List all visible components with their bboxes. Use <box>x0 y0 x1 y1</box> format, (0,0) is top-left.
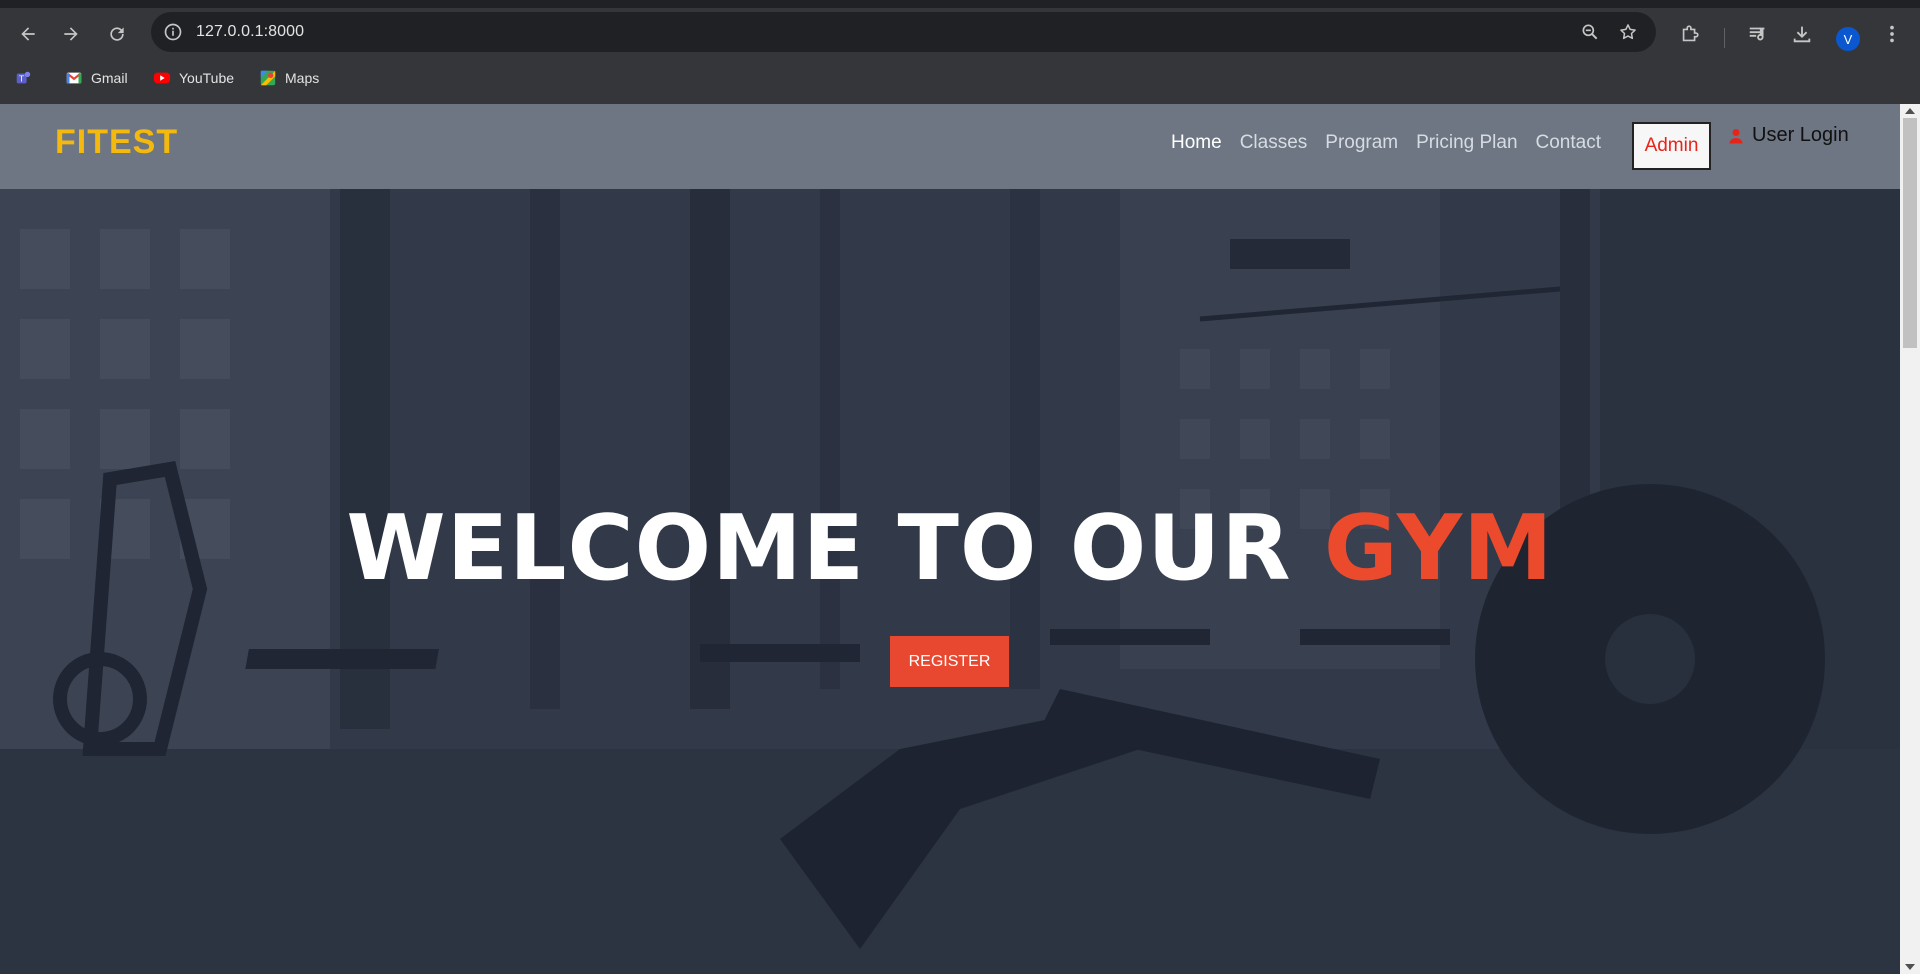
maps-icon <box>259 69 277 87</box>
profile-avatar[interactable]: V <box>1836 27 1860 51</box>
scroll-down-arrow-icon[interactable] <box>1905 964 1915 970</box>
zoom-icon[interactable] <box>1580 22 1600 42</box>
scroll-up-arrow-icon[interactable] <box>1905 108 1915 114</box>
download-icon <box>1793 26 1811 43</box>
nav-home[interactable]: Home <box>1171 132 1222 154</box>
nav-pricing-plan[interactable]: Pricing Plan <box>1416 132 1517 154</box>
site-navbar: FITEST Home Classes Program Pricing Plan… <box>0 104 1900 189</box>
nav-program[interactable]: Program <box>1325 132 1398 154</box>
bookmarks-bar: T Gmail YouTube Maps <box>0 62 1920 94</box>
info-icon[interactable] <box>163 22 183 42</box>
address-bar[interactable]: 127.0.0.1:8000 <box>151 12 1656 52</box>
browser-chrome: 127.0.0.1:8000 V T Gmail YouTube Maps <box>0 0 1920 104</box>
forward-button[interactable] <box>55 18 87 50</box>
back-button[interactable] <box>12 18 44 50</box>
user-login-link[interactable]: User Login <box>1728 124 1849 147</box>
browser-toolbar: 127.0.0.1:8000 V <box>0 8 1920 56</box>
menu-button[interactable] <box>1880 22 1904 46</box>
puzzle-icon <box>1682 25 1699 42</box>
downloads-button[interactable] <box>1790 22 1814 46</box>
user-icon <box>1729 128 1743 143</box>
star-icon[interactable] <box>1618 22 1638 42</box>
arrow-left-icon <box>21 27 35 41</box>
main-nav: Home Classes Program Pricing Plan Contac… <box>1171 132 1619 154</box>
gmail-icon <box>65 69 83 87</box>
nav-classes[interactable]: Classes <box>1240 132 1308 154</box>
hero-title: WELCOME TO OUR GYM <box>0 496 1900 601</box>
svg-text:T: T <box>18 74 24 84</box>
brand-logo[interactable]: FITEST <box>55 123 178 162</box>
bookmark-label: YouTube <box>179 70 235 86</box>
bookmark-label: Gmail <box>91 70 128 86</box>
bookmark-label: Maps <box>285 70 320 86</box>
user-login-label: User Login <box>1752 124 1849 146</box>
bookmark-maps[interactable]: Maps <box>259 66 319 90</box>
toolbar-divider <box>1724 28 1725 48</box>
page-viewport: FITEST Home Classes Program Pricing Plan… <box>0 104 1920 974</box>
hero-title-main: WELCOME TO OUR <box>346 496 1324 601</box>
nav-contact[interactable]: Contact <box>1536 132 1601 154</box>
bookmark-gmail[interactable]: Gmail <box>65 66 128 90</box>
reload-icon <box>110 27 124 41</box>
arrow-right-icon <box>64 27 78 41</box>
hero-title-accent: GYM <box>1323 496 1554 601</box>
bookmark-youtube[interactable]: YouTube <box>153 66 234 90</box>
extensions-button[interactable] <box>1678 22 1702 46</box>
hero-section: WELCOME TO OUR GYM REGISTER <box>0 189 1900 974</box>
page-scrollbar[interactable] <box>1900 104 1920 974</box>
scrollbar-thumb[interactable] <box>1903 118 1917 348</box>
tab-strip <box>0 0 1920 8</box>
reload-button[interactable] <box>101 18 133 50</box>
playlist-icon <box>1749 27 1765 41</box>
register-button[interactable]: REGISTER <box>890 636 1009 687</box>
media-button[interactable] <box>1746 22 1770 46</box>
youtube-icon <box>153 69 171 87</box>
url-text[interactable]: 127.0.0.1:8000 <box>196 23 304 41</box>
teams-bookmark[interactable]: T <box>14 66 40 90</box>
admin-button[interactable]: Admin <box>1632 122 1711 170</box>
kebab-menu-icon <box>1890 25 1894 43</box>
teams-icon: T <box>14 69 32 87</box>
